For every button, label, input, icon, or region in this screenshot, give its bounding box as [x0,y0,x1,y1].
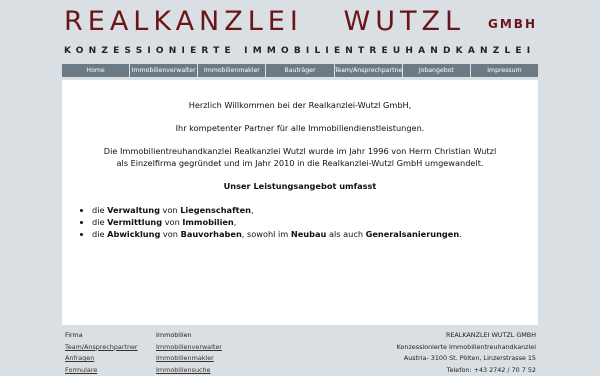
footer-company-name: REALKANZLEI WUTZL GMBH [397,330,536,342]
footer-col-company: REALKANZLEI WUTZL GMBH Konzessionierte I… [397,330,536,376]
list-item: die Verwaltung von Liegenschaften, [92,204,462,216]
logo-wordmark: REALKANZLEI WUTZL [64,6,465,38]
nav-item-immobilienmakler[interactable]: Immobilienmakler [198,64,266,77]
footer-address: Austria- 3100 St. Pölten, Linzerstrasse … [397,353,536,365]
nav-item-jobangebot[interactable]: Jobangebot [403,64,471,77]
list-item: die Abwicklung von Bauvorhaben, sowohl i… [92,228,462,240]
main-navigation: Home Immobilienverwalter Immobilienmakle… [62,64,538,77]
list-item: die Vermittlung von Immobilien, [92,216,462,228]
nav-item-bautraeger[interactable]: Bauträger [266,64,334,77]
history-text-1: Die Immobilientreuhandkanzlei Realkanzle… [62,146,538,156]
nav-item-immobilienverwalter[interactable]: Immobilienverwalter [130,64,198,77]
nav-item-home[interactable]: Home [62,64,130,77]
footer-heading: Immobilien [156,330,222,342]
footer-link-immobiliensuche[interactable]: Immobiliensuche [156,365,222,376]
partner-text: Ihr kompetenter Partner für alle Immobil… [62,123,538,133]
history-text-2: als Einzelfirma gegründet und im Jahr 20… [62,158,538,168]
footer-link-anfragen[interactable]: Anfragen [65,353,138,365]
footer-link-formulare[interactable]: Formulare [65,365,138,376]
nav-item-impressum[interactable]: Impressum [471,64,538,77]
footer-link-immobilienmakler[interactable]: Immobilienmakler [156,353,222,365]
welcome-text: Herzlich Willkommen bei der Realkanzlei-… [62,100,538,110]
footer-col-firma: Firma Team/Ansprechpartner Anfragen Form… [65,330,138,376]
logo-gmbh: GMBH [488,17,537,31]
footer-link-team[interactable]: Team/Ansprechpartner [65,342,138,354]
footer-col-immobilien: Immobilien Immobilienverwalter Immobilie… [156,330,222,376]
nav-item-team[interactable]: Team/Ansprechpartner [335,64,403,77]
footer-phone[interactable]: Telefon: +43 2742 / 70 7 52 [397,365,536,376]
footer: Firma Team/Ansprechpartner Anfragen Form… [62,330,538,375]
company-logo[interactable]: REALKANZLEI WUTZL GMBH KONZESSIONIERTE I… [64,6,534,58]
footer-link-immobilienverwalter[interactable]: Immobilienverwalter [156,342,222,354]
offer-list: die Verwaltung von Liegenschaften, die V… [82,204,462,240]
logo-tagline: KONZESSIONIERTE IMMOBILIENTREUHANDKANZLE… [64,46,535,56]
main-content: Herzlich Willkommen bei der Realkanzlei-… [62,80,538,325]
offer-heading: Unser Leistungsangebot umfasst [62,181,538,191]
footer-heading: Firma [65,330,138,342]
footer-company-tagline: Konzessionierte Immobilientreuhandkanzle… [397,342,536,354]
